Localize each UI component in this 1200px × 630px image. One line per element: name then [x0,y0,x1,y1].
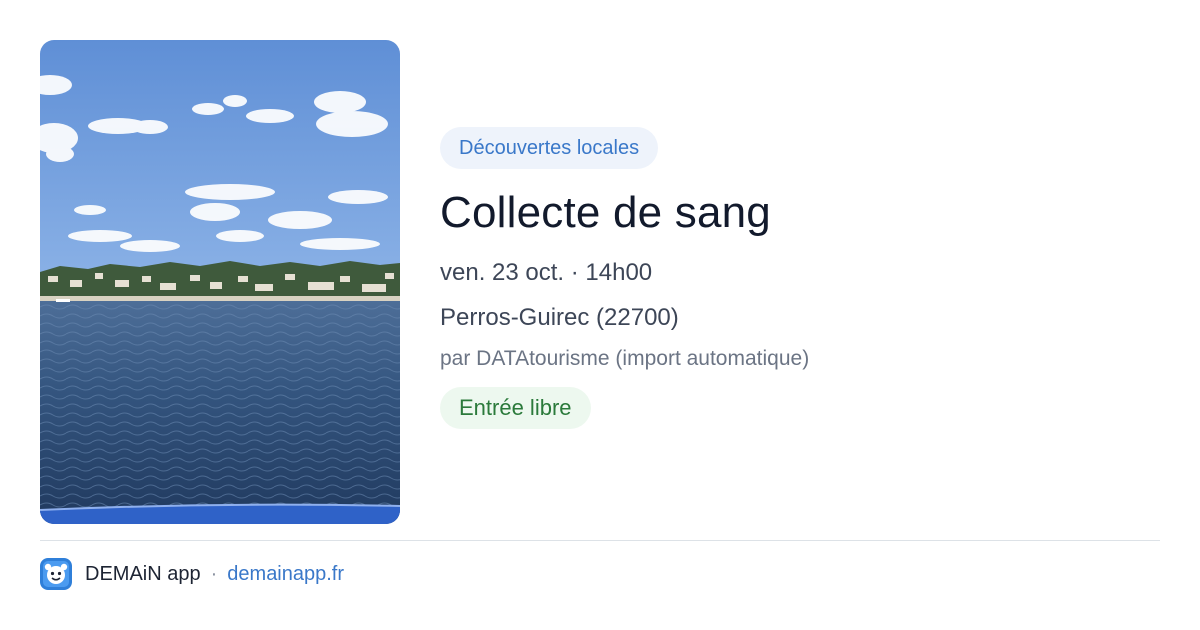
event-datetime: ven. 23 oct. · 14h00 [440,259,653,286]
price-badge: Entrée libre [440,387,591,429]
event-photo [40,40,400,524]
site-link[interactable]: demainapp.fr [227,563,344,586]
app-name: DEMAiN app [85,562,201,585]
demain-app-icon [40,558,72,590]
footer: DEMAiN app · demainapp.fr [40,558,344,590]
category-badge[interactable]: Découvertes locales [440,127,659,169]
footer-separator: · [210,562,218,585]
event-details: Découvertes locales Collecte de sang ven… [440,127,1160,429]
event-card: Découvertes locales Collecte de sang ven… [0,0,1200,630]
event-title: Collecte de sang [440,188,771,237]
footer-divider [40,540,1160,541]
event-location: Perros-Guirec (22700) [440,304,679,331]
event-organizer: par DATAtourisme (import automatique) [440,347,810,370]
